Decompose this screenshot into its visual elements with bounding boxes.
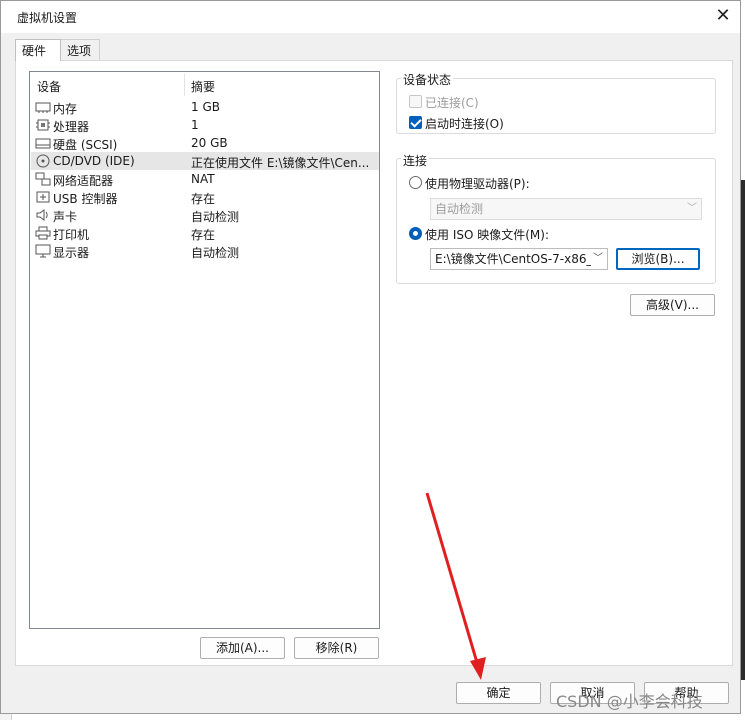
device-row-display[interactable]: 显示器 自动检测	[31, 242, 379, 260]
device-status-label: 设备状态	[401, 71, 454, 88]
device-name: 显示器	[53, 246, 90, 260]
device-name: CD/DVD (IDE)	[53, 154, 135, 168]
device-row-network-adapter[interactable]: 网络适配器 NAT	[31, 170, 379, 188]
iso-path-combo[interactable]: E:\镜像文件\CentOS-7-x86_ ﹀	[430, 248, 608, 270]
physical-drive-radio[interactable]	[409, 176, 422, 189]
remove-device-button[interactable]: 移除(R)	[294, 637, 379, 659]
network-adapter-icon	[35, 172, 51, 186]
device-name: 打印机	[53, 228, 90, 242]
window-title: 虚拟机设置	[17, 11, 78, 25]
device-summary: 存在	[191, 228, 216, 242]
device-row-cd-dvd[interactable]: CD/DVD (IDE) 正在使用文件 E:\镜像文件\Cen...	[31, 152, 379, 170]
close-icon[interactable]: ✕	[709, 3, 737, 31]
physical-drive-select[interactable]: 自动检测 ﹀	[430, 198, 702, 220]
device-name: USB 控制器	[53, 192, 118, 206]
physical-drive-value: 自动检测	[435, 202, 484, 216]
tab-options[interactable]: 选项	[60, 39, 100, 60]
device-list[interactable]: 设备 摘要 内存 1 GB 处理器 1 硬盘 (SCSI) 20 GB CD/D…	[29, 71, 380, 629]
column-header-device[interactable]: 设备	[37, 78, 61, 95]
device-summary: 1	[191, 118, 199, 132]
connect-on-startup-label: 启动时连接(O)	[425, 117, 504, 131]
csdn-watermark: CSDN @小李会科技	[556, 692, 703, 711]
connect-on-startup-checkbox[interactable]	[409, 116, 422, 129]
iso-image-radio[interactable]	[409, 227, 422, 240]
connected-checkbox[interactable]	[409, 95, 422, 108]
harddisk-icon	[35, 138, 51, 149]
device-summary: 存在	[191, 192, 216, 206]
device-summary: 20 GB	[191, 136, 228, 150]
device-summary: 自动检测	[191, 210, 240, 224]
device-row-memory[interactable]: 内存 1 GB	[31, 98, 379, 116]
device-summary: 正在使用文件 E:\镜像文件\Cen...	[191, 156, 370, 170]
physical-drive-label: 使用物理驱动器(P):	[425, 177, 530, 191]
tab-label: 硬件	[22, 44, 47, 58]
processor-icon	[36, 119, 50, 131]
title-bar: 虚拟机设置 ✕	[1, 1, 740, 33]
ok-button[interactable]: 确定	[456, 682, 541, 704]
device-name: 处理器	[53, 120, 90, 134]
connection-label: 连接	[401, 152, 430, 169]
add-device-button[interactable]: 添加(A)...	[200, 637, 285, 659]
device-name: 声卡	[53, 210, 78, 224]
column-header-summary[interactable]: 摘要	[191, 78, 215, 95]
usb-controller-icon	[36, 191, 50, 203]
device-summary: NAT	[191, 172, 215, 186]
iso-image-label: 使用 ISO 映像文件(M):	[425, 228, 549, 242]
device-name: 网络适配器	[53, 174, 114, 188]
device-row-usb-controller[interactable]: USB 控制器 存在	[31, 188, 379, 206]
device-row-printer[interactable]: 打印机 存在	[31, 224, 379, 242]
device-name: 硬盘 (SCSI)	[53, 138, 118, 152]
browse-button[interactable]: 浏览(B)...	[616, 248, 700, 270]
device-row-processor[interactable]: 处理器 1	[31, 116, 379, 134]
chevron-down-icon: ﹀	[687, 203, 697, 214]
chevron-down-icon: ﹀	[591, 249, 603, 269]
connected-label: 已连接(C)	[425, 96, 479, 110]
sound-card-icon	[36, 209, 48, 221]
tab-hardware[interactable]: 硬件	[15, 39, 61, 61]
device-summary: 1 GB	[191, 100, 220, 114]
device-name: 内存	[53, 102, 78, 116]
iso-path-value: E:\镜像文件\CentOS-7-x86_	[435, 252, 593, 266]
column-divider[interactable]	[184, 74, 185, 96]
cd-dvd-icon	[36, 154, 50, 168]
device-row-harddisk[interactable]: 硬盘 (SCSI) 20 GB	[31, 134, 379, 152]
memory-icon	[35, 102, 51, 113]
tab-label: 选项	[67, 44, 92, 58]
printer-icon	[35, 226, 51, 240]
display-icon	[35, 244, 51, 258]
advanced-button[interactable]: 高级(V)...	[630, 294, 715, 316]
device-summary: 自动检测	[191, 246, 240, 260]
device-row-sound-card[interactable]: 声卡 自动检测	[31, 206, 379, 224]
